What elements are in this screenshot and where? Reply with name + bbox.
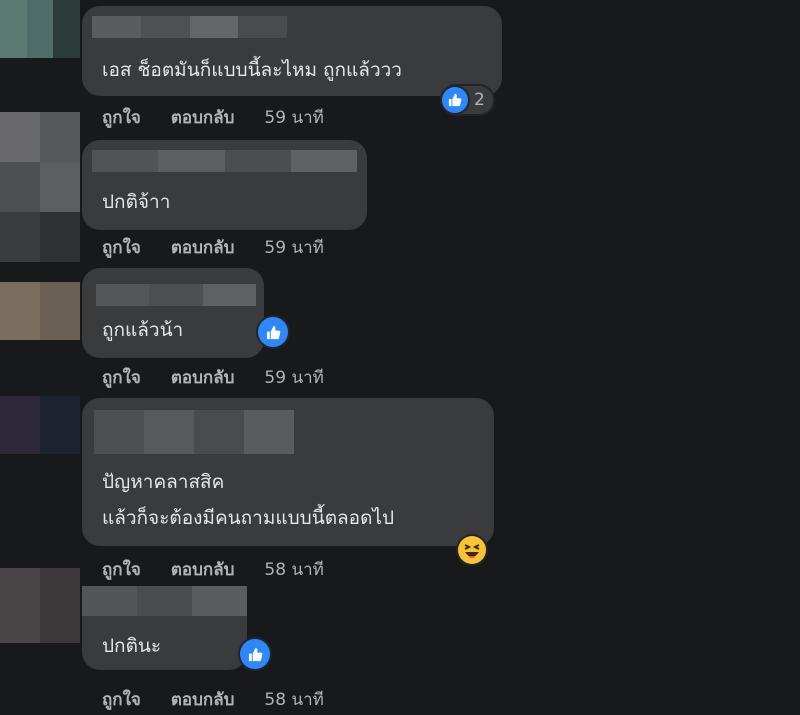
comment-text: ถูกแล้วน้า [102,319,184,341]
reply-link[interactable]: ตอบกลับ [171,364,235,391]
avatar[interactable] [0,0,80,58]
reaction-count: 2 [474,90,485,110]
like-icon [442,87,468,113]
comment: ปกตินะ ถูกใจ ตอบกลับ 58 นาที [0,568,800,715]
like-icon [258,317,288,347]
comment-text-line-2: แล้วก็จะต้องมีคนถามแบบนี้ตลอดไป [102,507,395,529]
comment: ถูกแล้วน้า ถูกใจ ตอบกลับ 59 นาที [0,268,800,398]
reaction-summary[interactable] [458,536,486,564]
like-link[interactable]: ถูกใจ [102,686,141,713]
comment: ปกติจ้าา ถูกใจ ตอบกลับ 59 นาที [0,112,800,262]
comment-text: เอส ช็อตมันก็แบบนี้ละไหม ถูกแล้ววว [102,59,402,81]
comment-bubble: ปกติจ้าา [82,140,367,230]
avatar[interactable] [0,396,80,454]
comment: เอส ช็อตมันก็แบบนี้ละไหม ถูกแล้ววว 2 ถูก… [0,0,800,130]
like-link[interactable]: ถูกใจ [102,364,141,391]
comment-bubble: ถูกแล้วน้า [82,268,264,358]
avatar[interactable] [0,112,80,262]
author-name-blurred[interactable] [92,150,357,172]
comment-text: ปกตินะ [102,635,162,657]
author-name-blurred[interactable] [96,284,256,306]
comment-actions: ถูกใจ ตอบกลับ 59 นาที [102,364,324,391]
avatar[interactable] [0,282,80,340]
comment-bubble: ปัญหาคลาสสิค แล้วก็จะต้องมีคนถามแบบนี้ตล… [82,398,494,546]
reaction-summary[interactable] [258,317,288,347]
haha-icon [458,536,486,564]
timestamp[interactable]: 58 นาที [264,686,323,713]
comment-actions: ถูกใจ ตอบกลับ 59 นาที [102,234,324,261]
comment-actions: ถูกใจ ตอบกลับ 58 นาที [102,686,324,713]
like-icon [240,639,270,669]
comment-bubble: ปกตินะ [82,586,247,670]
author-name-blurred[interactable] [94,410,294,454]
avatar[interactable] [0,568,80,643]
comment-text: ปกติจ้าา [102,191,171,213]
reply-link[interactable]: ตอบกลับ [171,234,235,261]
author-name-blurred[interactable] [92,16,287,38]
reaction-summary[interactable] [240,639,270,669]
timestamp[interactable]: 59 นาที [264,364,323,391]
comment-text-line-1: ปัญหาคลาสสิค [102,471,225,493]
author-name-blurred[interactable] [82,586,247,616]
comment-bubble: เอส ช็อตมันก็แบบนี้ละไหม ถูกแล้ววว [82,6,502,96]
reaction-summary[interactable]: 2 [442,86,493,114]
comment: ปัญหาคลาสสิค แล้วก็จะต้องมีคนถามแบบนี้ตล… [0,396,800,586]
like-link[interactable]: ถูกใจ [102,234,141,261]
reply-link[interactable]: ตอบกลับ [171,686,235,713]
timestamp[interactable]: 59 นาที [264,234,323,261]
